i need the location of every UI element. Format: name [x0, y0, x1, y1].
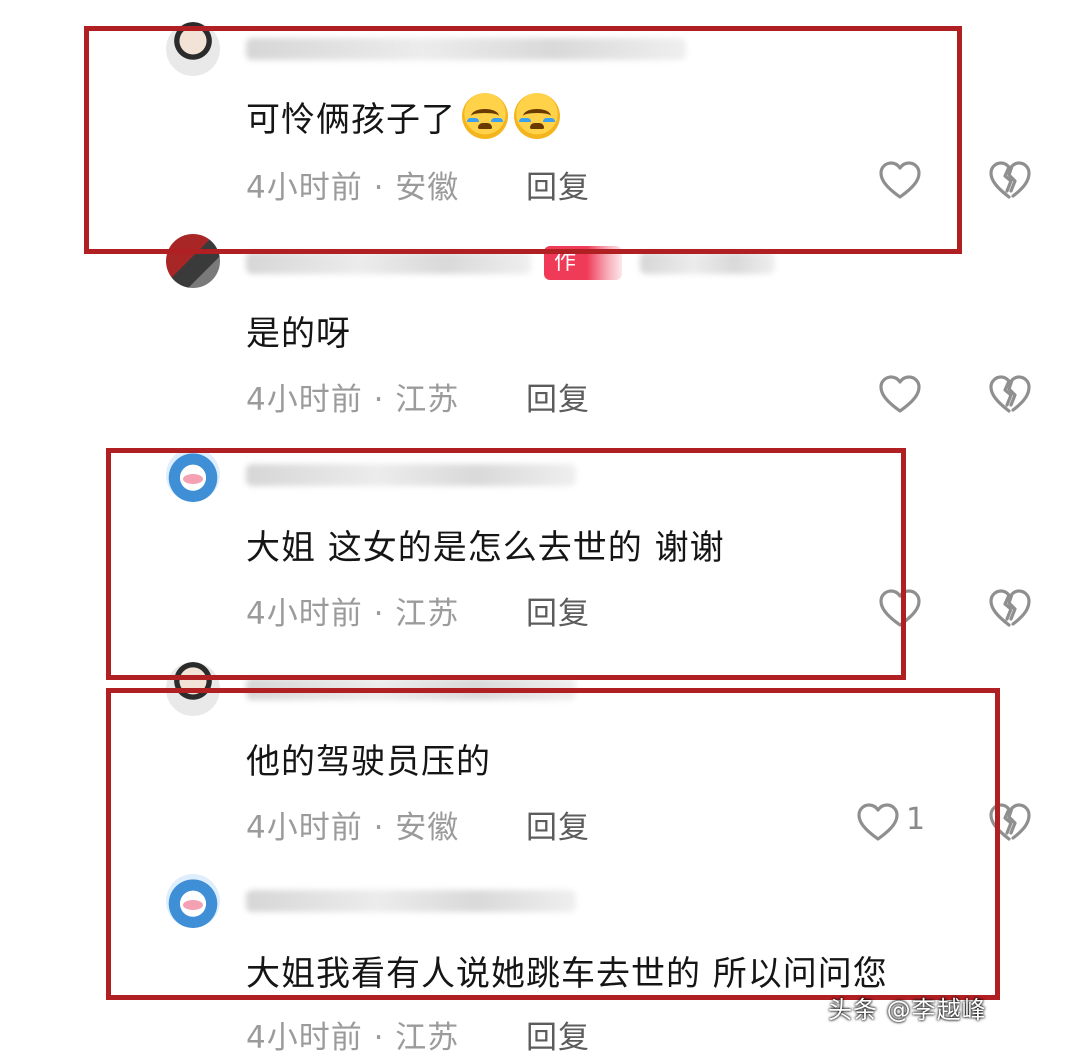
- like-count: 1: [906, 802, 926, 837]
- loudly-crying-face-icon: [462, 93, 508, 139]
- broken-heart-icon[interactable]: [988, 802, 1032, 842]
- author-badge: 作: [544, 246, 622, 280]
- avatar[interactable]: [166, 448, 220, 502]
- comment-time-location: 4小时前 · 江苏: [246, 596, 460, 632]
- broken-heart-icon[interactable]: [988, 588, 1032, 628]
- comment-time-location: 4小时前 · 安徽: [246, 170, 460, 206]
- avatar[interactable]: [166, 234, 220, 288]
- reply-button[interactable]: 回复: [526, 1012, 590, 1057]
- watermark: 头条 @李越峰: [828, 996, 987, 1024]
- comment-text-content: 可怜俩孩子了: [246, 100, 456, 140]
- heart-outline-icon[interactable]: [878, 588, 922, 628]
- reply-button[interactable]: 回复: [526, 162, 590, 207]
- username-blurred[interactable]: [246, 890, 576, 912]
- username-blurred-suffix: [640, 252, 775, 274]
- comment-text: 他的驾驶员压的: [246, 742, 491, 782]
- reply-button[interactable]: 回复: [526, 588, 590, 633]
- comment-text: 是的呀: [246, 314, 351, 354]
- avatar[interactable]: [166, 874, 220, 928]
- comment-time-location: 4小时前 · 江苏: [246, 1020, 460, 1056]
- avatar[interactable]: [166, 22, 220, 76]
- heart-outline-icon[interactable]: [856, 802, 900, 842]
- username-blurred[interactable]: [246, 38, 686, 60]
- reply-button[interactable]: 回复: [526, 802, 590, 847]
- broken-heart-icon[interactable]: [988, 374, 1032, 414]
- broken-heart-icon[interactable]: [988, 160, 1032, 200]
- comment-time-location: 4小时前 · 安徽: [246, 810, 460, 846]
- reply-button[interactable]: 回复: [526, 374, 590, 419]
- username-blurred[interactable]: [246, 464, 576, 486]
- loudly-crying-face-icon: [514, 93, 560, 139]
- heart-outline-icon[interactable]: [878, 160, 922, 200]
- heart-outline-icon[interactable]: [878, 374, 922, 414]
- comment-text: 可怜俩孩子了: [246, 92, 560, 141]
- comment-text: 大姐 这女的是怎么去世的 谢谢: [246, 528, 725, 568]
- username-blurred[interactable]: [246, 678, 576, 700]
- comment-text: 大姐我看有人说她跳车去世的 所以问问您: [246, 954, 888, 994]
- username-blurred[interactable]: [246, 252, 531, 274]
- avatar[interactable]: [166, 662, 220, 716]
- comment-time-location: 4小时前 · 江苏: [246, 382, 460, 418]
